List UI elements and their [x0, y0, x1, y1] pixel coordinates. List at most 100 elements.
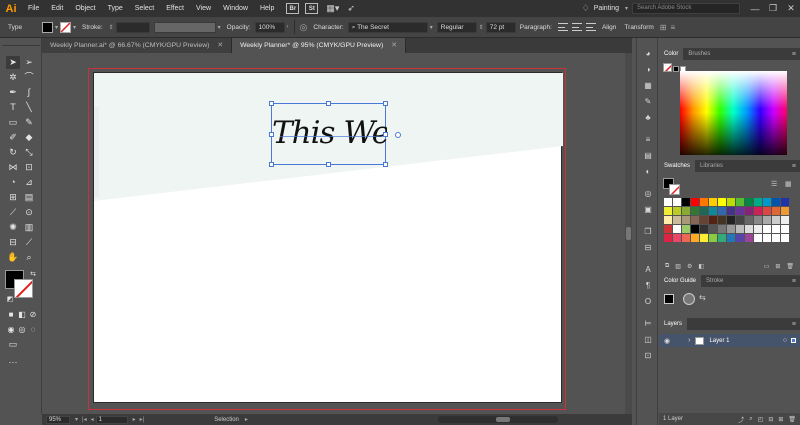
maximize-button[interactable]: ❐ [764, 3, 782, 14]
color-spectrum[interactable] [680, 71, 787, 155]
swatch-options-icon[interactable]: ⚙ [687, 263, 692, 270]
blend-tool-icon[interactable]: ⊙ [22, 206, 36, 219]
slice-tool-icon[interactable]: ⟋ [22, 236, 36, 249]
swatch-cell[interactable] [727, 207, 735, 215]
rotate-tool-icon[interactable]: ↻ [6, 146, 20, 159]
tab-layers[interactable]: Layers [659, 318, 688, 330]
swatch-cell[interactable] [709, 198, 717, 206]
variable-width-profile[interactable] [153, 21, 216, 33]
eraser-tool-icon[interactable]: ◆ [22, 131, 36, 144]
brushes-icon[interactable]: ✎ [641, 96, 655, 108]
swatches-icon[interactable]: ▦ [641, 80, 655, 92]
align-panel-link[interactable]: Align [602, 24, 616, 31]
screen-mode-icon[interactable]: ▭ [6, 338, 20, 351]
symbol-sprayer-tool-icon[interactable]: ✺ [6, 221, 20, 234]
panel-menu-icon[interactable]: ≡ [792, 278, 796, 285]
swatch-cell[interactable] [700, 198, 708, 206]
align-right-icon[interactable] [585, 23, 596, 31]
chevron-down-icon[interactable]: ▾ [55, 24, 58, 31]
layer-name[interactable]: Layer 1 [709, 338, 729, 344]
swatch-cell[interactable] [754, 225, 762, 233]
menu-view[interactable]: View [190, 0, 217, 17]
swatch-cell[interactable] [781, 225, 789, 233]
swatch-cell[interactable] [745, 234, 753, 242]
swatch-cell[interactable] [664, 216, 672, 224]
swatch-cell[interactable] [745, 207, 753, 215]
rectangle-tool-icon[interactable]: ▭ [6, 116, 20, 129]
recolor-artwork-icon[interactable]: ◎ [300, 22, 308, 33]
swatch-cell[interactable] [691, 216, 699, 224]
scroll-thumb[interactable] [496, 417, 510, 422]
swatch-cell[interactable] [664, 234, 672, 242]
scale-tool-icon[interactable]: ⤡ [22, 146, 36, 159]
none-mode-icon[interactable]: ⊘ [26, 308, 40, 321]
tab-document-1[interactable]: Weekly Planner.ai* @ 66.67% (CMYK/GPU Pr… [42, 38, 233, 53]
tab-libraries[interactable]: Libraries [695, 160, 728, 172]
stock-button[interactable]: St [305, 3, 319, 14]
swatch-cell[interactable] [754, 216, 762, 224]
stroke-swatch[interactable] [60, 21, 72, 33]
free-transform-tool-icon[interactable]: ⊡ [22, 161, 36, 174]
zoom-level-field[interactable]: 95% [46, 415, 70, 424]
stroke-icon[interactable]: ≡ [641, 134, 655, 146]
bridge-button[interactable]: Br [286, 3, 300, 14]
swatch-cell[interactable] [754, 234, 762, 242]
swatch-cell[interactable] [673, 234, 681, 242]
swatch-cell[interactable] [691, 234, 699, 242]
swatch-cell[interactable] [691, 198, 699, 206]
target-circle-icon[interactable]: ○ [783, 337, 787, 344]
swatch-cell[interactable] [709, 216, 717, 224]
swatch-cell[interactable] [736, 198, 744, 206]
swatch-cell[interactable] [718, 216, 726, 224]
new-layer-icon[interactable]: ⊞ [778, 416, 783, 423]
shaper-tool-icon[interactable]: ✐ [6, 131, 20, 144]
curvature-tool-icon[interactable]: ∫ [22, 86, 36, 99]
vertical-scrollbar[interactable] [625, 53, 632, 414]
swatch-cell[interactable] [736, 234, 744, 242]
swatch-cell[interactable] [763, 225, 771, 233]
swatch-cell[interactable] [700, 207, 708, 215]
swatch-cell[interactable] [682, 207, 690, 215]
color-stroke-box[interactable] [663, 63, 672, 72]
swap-fill-stroke-icon[interactable]: ⇆ [26, 268, 40, 281]
chevron-down-icon[interactable]: ▾ [430, 24, 433, 31]
swatch-cell[interactable] [745, 216, 753, 224]
close-icon[interactable]: ✕ [217, 42, 223, 49]
selection-indicator[interactable] [791, 338, 796, 343]
symbols-icon[interactable]: ♣ [641, 112, 655, 124]
swatch-cell[interactable] [718, 198, 726, 206]
lasso-tool-icon[interactable]: ⌒ [22, 71, 36, 84]
layer-row[interactable]: ◉ › Layer 1 ○ [659, 334, 800, 347]
panel-grip[interactable] [2, 41, 40, 46]
lightbulb-icon[interactable]: ♢ [582, 3, 590, 14]
swatch-cell[interactable] [727, 198, 735, 206]
swatch-cell[interactable] [673, 207, 681, 215]
menu-edit[interactable]: Edit [45, 0, 69, 17]
swatch-cell[interactable] [736, 225, 744, 233]
next-artboard-icon[interactable]: ▸ [133, 416, 136, 423]
swatch-cell[interactable] [691, 207, 699, 215]
artboard-number-field[interactable]: 1 [95, 415, 128, 424]
swatch-cell[interactable] [772, 216, 780, 224]
stroke-weight-field[interactable] [115, 21, 150, 33]
swatch-cell[interactable] [781, 207, 789, 215]
panel-menu-icon[interactable]: ≡ [792, 321, 796, 328]
tab-brushes[interactable]: Brushes [683, 48, 715, 60]
artboards-icon[interactable]: ⊟ [641, 242, 655, 254]
swatch-cell[interactable] [718, 234, 726, 242]
isolate-icon[interactable]: ⊞ [660, 23, 667, 32]
hand-tool-icon[interactable]: ✋ [6, 251, 20, 264]
swatch-cell[interactable] [700, 216, 708, 224]
swatch-cell[interactable] [664, 198, 672, 206]
graphic-styles-icon[interactable]: ▣ [641, 204, 655, 216]
character-label[interactable]: Character: [313, 24, 343, 31]
swatch-cell[interactable] [718, 225, 726, 233]
opentype-icon[interactable]: O [641, 296, 655, 308]
pathfinder-icon[interactable]: ◫ [641, 334, 655, 346]
delete-swatch-icon[interactable]: 🗑 [786, 263, 794, 270]
type-tool-icon[interactable]: T [6, 101, 20, 114]
last-artboard-icon[interactable]: ▸| [140, 416, 145, 423]
locate-object-icon[interactable]: ⌕ [749, 416, 752, 423]
paintbrush-tool-icon[interactable]: ✎ [22, 116, 36, 129]
menu-window[interactable]: Window [217, 0, 254, 17]
